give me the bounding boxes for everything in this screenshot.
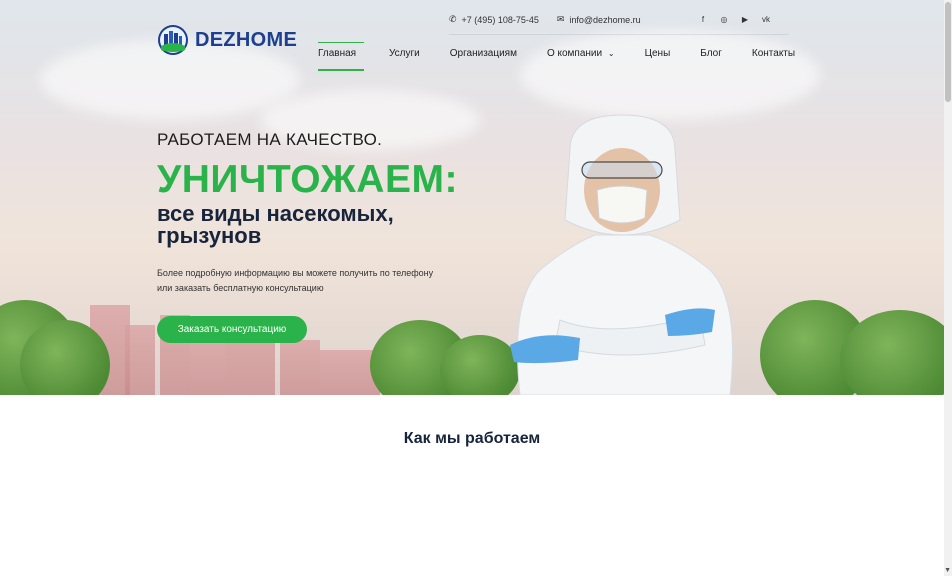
hero-subhead: все виды насекомых, грызунов (157, 201, 394, 248)
nav-label: Блог (700, 48, 722, 59)
nav-item-home[interactable]: Главная (318, 42, 364, 71)
instagram-icon[interactable]: ◎ (719, 15, 729, 24)
building-decoration (280, 340, 320, 395)
nav-item-services[interactable]: Услуги (389, 48, 420, 67)
contact-bar: ✆ +7 (495) 108-75-45 ✉ info@dezhome.ru (449, 14, 659, 25)
phone-number: +7 (495) 108-75-45 (461, 14, 539, 25)
logo[interactable]: DEZHOME (157, 24, 297, 56)
nav-label: Цены (644, 48, 671, 59)
order-consultation-button[interactable]: Заказать консультацию (157, 316, 307, 343)
nav-label: Организациям (449, 48, 517, 59)
nav-label: О компании (546, 48, 603, 59)
nav-item-organizations[interactable]: Организациям (450, 48, 517, 67)
nav-label: Главная (318, 48, 357, 59)
email-address: info@dezhome.ru (569, 14, 641, 25)
nav-label: Контакты (751, 48, 796, 59)
phone-contact[interactable]: ✆ +7 (495) 108-75-45 (449, 14, 539, 25)
nav-item-prices[interactable]: Цены (645, 48, 671, 67)
youtube-icon[interactable]: ▶ (740, 15, 750, 24)
chevron-down-icon: ⌄ (607, 49, 615, 58)
scrollbar-thumb[interactable] (945, 2, 951, 102)
building-decoration (125, 325, 155, 395)
nav-label: Услуги (389, 48, 420, 59)
hero-person-image (510, 114, 733, 395)
cloud-decoration (520, 30, 820, 120)
phone-icon: ✆ (449, 14, 457, 24)
mail-icon: ✉ (556, 14, 565, 24)
brand-name: DEZHOME (195, 28, 298, 51)
header-divider (449, 34, 789, 35)
vk-icon[interactable]: vk (761, 15, 771, 24)
email-contact[interactable]: ✉ info@dezhome.ru (557, 14, 641, 25)
nav-item-about[interactable]: О компании ⌄ (547, 48, 615, 67)
nav-item-contacts[interactable]: Контакты (752, 48, 795, 67)
page-scrollbar[interactable]: ▼ (944, 0, 952, 576)
scroll-down-icon[interactable]: ▼ (944, 567, 951, 574)
main-navigation: Главная Услуги Организациям О компании ⌄… (313, 42, 795, 71)
logo-icon (158, 25, 188, 55)
social-links: f ◎ ▶ vk (698, 15, 771, 24)
hero-description: Более подробную информацию вы можете пол… (157, 268, 434, 293)
facebook-icon[interactable]: f (698, 15, 708, 24)
hero-section: DEZHOME ✆ +7 (495) 108-75-45 ✉ info@dezh… (0, 0, 944, 395)
section-title: Как мы работаем (403, 430, 541, 447)
nav-item-blog[interactable]: Блог (700, 48, 722, 67)
building-decoration (190, 335, 225, 395)
hero-headline: УНИЧТОЖАЕМ: (157, 158, 458, 201)
hero-tagline: РАБОТАЕМ НА КАЧЕСТВО. (157, 130, 383, 149)
